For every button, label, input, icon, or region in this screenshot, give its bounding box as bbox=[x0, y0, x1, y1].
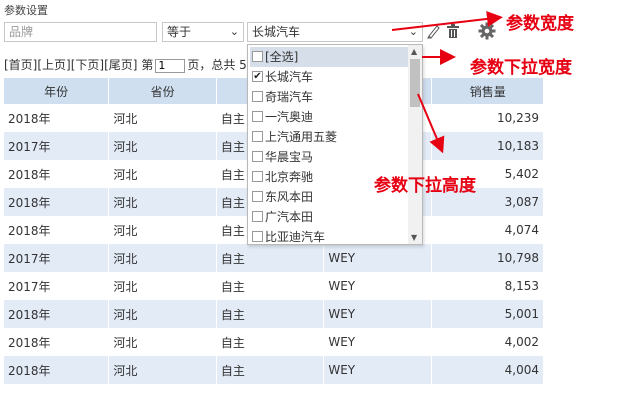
annotation-dropdown-width: 参数下拉宽度 bbox=[470, 58, 572, 78]
annotation-param-width: 参数宽度 bbox=[506, 14, 574, 34]
annotation-dropdown-height: 参数下拉高度 bbox=[374, 176, 476, 196]
arrow-param-width bbox=[391, 10, 503, 31]
arrow-dropdown-height bbox=[417, 93, 445, 154]
